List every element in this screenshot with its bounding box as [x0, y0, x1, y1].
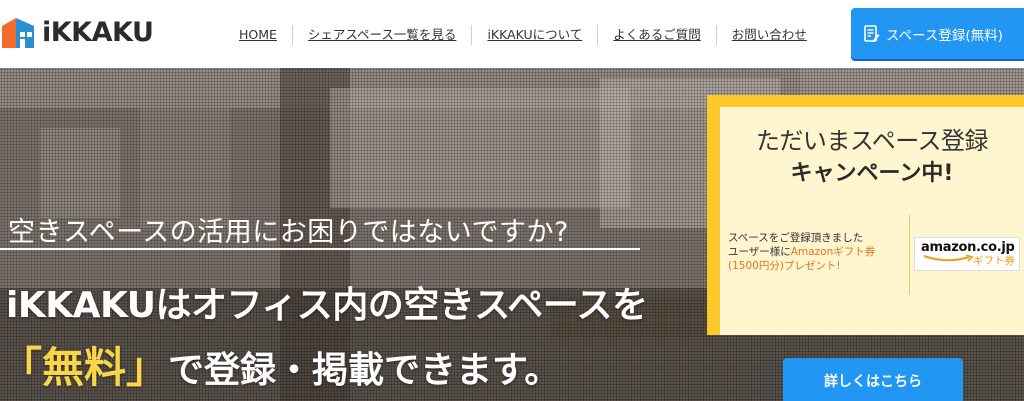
campaign-divider	[909, 215, 910, 295]
site-header: iKKAKU HOME シェアスペース一覧を見る iKKAKUについて よくある…	[0, 0, 1024, 68]
hero-sub-heading: 空きスペースの活用にお困りではないですか?	[8, 217, 569, 248]
form-edit-icon	[864, 24, 880, 42]
amazon-gift-label: ギフト券	[973, 255, 1015, 267]
campaign-box: ただいまスペース登録 キャンペーン中! スペースをご登録頂きました ユーザー様に…	[707, 95, 1024, 335]
hero-divider	[0, 248, 640, 250]
campaign-panel: ただいまスペース登録 キャンペーン中! スペースをご登録頂きました ユーザー様に…	[720, 107, 1024, 335]
nav-about[interactable]: iKKAKUについて	[471, 25, 597, 45]
amazon-gift-card: amazon.co.jp ギフト券	[914, 237, 1020, 271]
hero-main-heading-line2: 「無料」 で登録・掲載できます。	[0, 334, 560, 395]
campaign-desc-line3: (1500円分)プレゼント!	[728, 260, 841, 272]
nav-home[interactable]: HOME	[224, 25, 292, 45]
campaign-description: スペースをご登録頂きました ユーザー様にAmazonギフト券 (1500円分)プ…	[728, 231, 908, 273]
campaign-desc-line2-a: ユーザー様に	[728, 246, 791, 258]
hero-free-highlight: 「無料」	[0, 343, 169, 392]
campaign-title-line1: ただいまスペース登録	[755, 127, 989, 155]
campaign-desc-line1: スペースをご登録頂きました	[728, 232, 864, 244]
campaign-desc-amazon: Amazonギフト券	[790, 246, 876, 258]
hero-main-heading-rest: で登録・掲載できます。	[168, 350, 561, 391]
campaign-detail-button[interactable]: 詳しくはこちら	[783, 358, 963, 401]
nav-space-list[interactable]: シェアスペース一覧を見る	[291, 25, 472, 45]
amazon-smile-icon	[923, 255, 974, 262]
campaign-desc-line2: ユーザー様にAmazonギフト券	[728, 245, 908, 259]
campaign-title-line2: キャンペーン中!	[790, 161, 954, 186]
site-logo[interactable]: iKKAKU	[0, 14, 154, 50]
space-register-button[interactable]: スペース登録(無料)	[851, 8, 1024, 59]
nav-contact[interactable]: お問い合わせ	[715, 25, 822, 45]
nav-faq[interactable]: よくあるご質問	[597, 25, 716, 45]
hero-main-heading-line1: iKKAKUはオフィス内の空きスペースを	[6, 285, 648, 326]
space-register-label: スペース登録(無料)	[886, 27, 1003, 44]
main-nav: HOME シェアスペース一覧を見る iKKAKUについて よくあるご質問 お問い…	[224, 24, 822, 46]
logo-text: iKKAKU	[42, 16, 154, 48]
house-logo-icon	[2, 18, 34, 48]
